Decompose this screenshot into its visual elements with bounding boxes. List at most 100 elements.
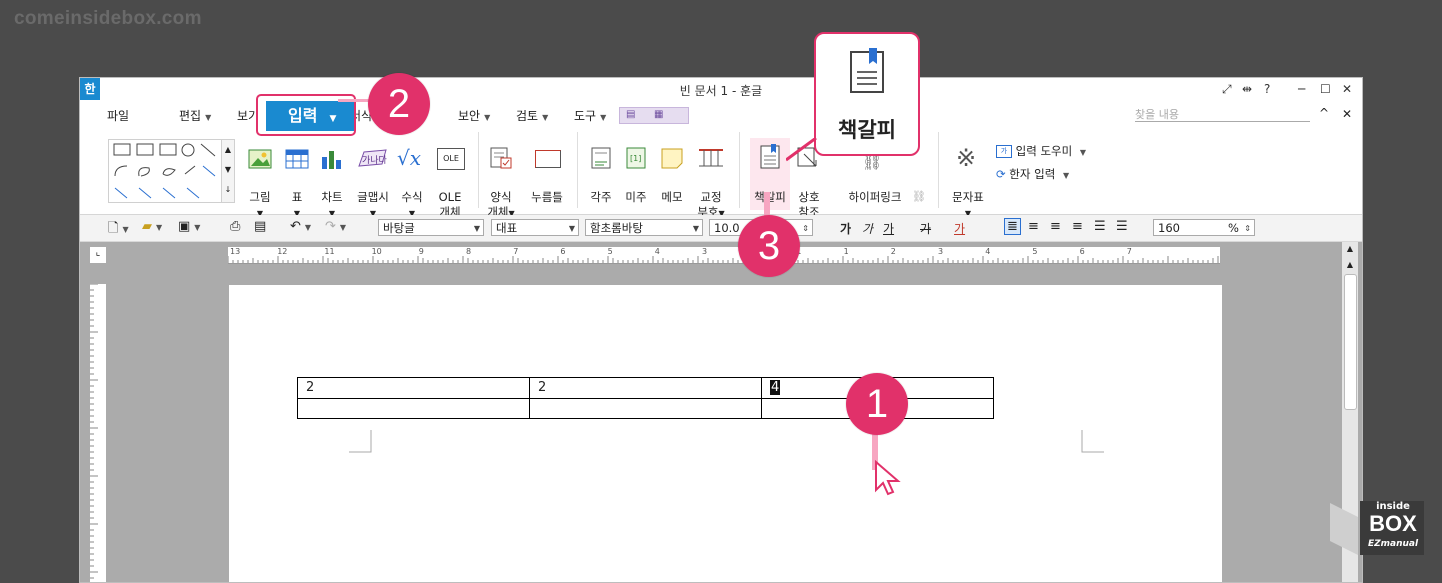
form-object-icon [489, 146, 513, 170]
ruler-label: 1 [843, 247, 849, 256]
zoom-unit: % [1228, 221, 1239, 235]
chevron-down-icon: ▼ [542, 113, 549, 122]
ribbon-divider [478, 132, 479, 208]
formula-label: 수식 [401, 190, 423, 204]
menu-tools[interactable]: 도구 ▼ [574, 107, 606, 124]
font-select[interactable]: 함초롬바탕 ▼ [585, 219, 703, 236]
scroll-up-icon[interactable]: ▲ [1342, 242, 1358, 256]
symbol-icon: ※ [956, 144, 977, 172]
formula-icon: √x [397, 146, 422, 170]
menu-edit[interactable]: 편집 ▼ [179, 107, 211, 124]
chart-label: 차트 [321, 190, 343, 204]
proofreading-icon [697, 144, 725, 170]
table-cell[interactable] [297, 398, 530, 419]
align-left-icon[interactable]: ≡ [1028, 219, 1039, 234]
style-select[interactable]: 바탕글 ▼ [378, 219, 484, 236]
language-select[interactable]: 대표 ▼ [491, 219, 579, 236]
table-cell[interactable]: 2 [529, 377, 762, 399]
ribbon-collapse-icon[interactable]: ^ [1319, 106, 1329, 120]
form-object-label-1: 양식 [490, 190, 512, 204]
quick-format-toggle[interactable]: ▤ ▦ [619, 107, 689, 124]
ribbon-close-icon[interactable]: ✕ [1342, 107, 1352, 121]
shapes-scroll[interactable]: ▲ ▼ ↓ [221, 139, 235, 203]
hwp-window: 한 빈 문서 1 - 훈글 ⤢ ⇹ ? ─ ☐ ✕ 파일 편집 ▼ 보기 서식 보… [79, 77, 1363, 583]
link-icon: ⛓ [912, 190, 926, 203]
input-helper-label: 입력 도우미 [1015, 144, 1073, 158]
undo-icon[interactable]: ↶ ▼ [290, 219, 311, 234]
menu-input-label: 입력 [288, 106, 318, 125]
redo-icon[interactable]: ↷ ▼ [325, 219, 346, 234]
bold-button[interactable]: 가 [840, 220, 851, 237]
ribbon-divider [739, 132, 740, 208]
document-page[interactable] [229, 285, 1222, 582]
chevron-down-icon: ▼ [568, 224, 575, 233]
ruler-label: 10 [371, 247, 382, 256]
bookmark-callout: 책갈피 [814, 32, 920, 156]
edit-mode-icon: ▤ [626, 109, 636, 120]
table-cell[interactable]: 2 [297, 377, 530, 399]
chevron-down-icon: ▼ [484, 113, 491, 122]
split-view-icon[interactable]: ⇹ [1242, 82, 1252, 96]
hanja-input-button[interactable]: ⟳ 한자 입력 ▼ [996, 166, 1069, 182]
justify-icon[interactable]: ≣ [1004, 218, 1021, 235]
fullscreen-icon[interactable]: ⤢ [1222, 82, 1232, 97]
table-icon [285, 148, 309, 170]
grid-mode-icon: ▦ [654, 109, 664, 120]
footnote-button[interactable]: 각주 [586, 190, 616, 205]
font-size-value: 10.0 [714, 221, 740, 235]
step-badge-2: 2 [368, 73, 430, 135]
vertical-ruler[interactable] [90, 283, 106, 582]
ruler-corner-icon[interactable]: ⌞ [90, 247, 106, 263]
cross-reference-label-1: 상호 [798, 190, 820, 204]
distribute-icon[interactable]: ☰ [1094, 219, 1106, 234]
align-right-icon[interactable]: ≡ [1072, 219, 1083, 234]
selected-cell-text: 4 [770, 380, 781, 395]
endnote-button[interactable]: 미주 [622, 190, 650, 205]
restore-icon[interactable]: ☐ [1320, 82, 1331, 96]
ribbon: ▲ ▼ ↓ 그림 ▼ 표 ▼ 차트 ▼ 가나다 글맵시 ▼ √x 수식 ▼ OLE OLE 개체… [80, 126, 1362, 219]
menu-tools-label: 도구 [574, 109, 597, 123]
bookmark-button[interactable]: 책갈피 [750, 190, 790, 205]
scroll-up-icon[interactable]: ▲ [1343, 258, 1357, 272]
italic-button[interactable]: 가 [862, 220, 873, 237]
brand-line-2: BOX [1369, 511, 1417, 536]
help-icon[interactable]: ? [1264, 82, 1270, 96]
hanja-icon: ⟳ [996, 167, 1006, 181]
click-here-button[interactable]: 누름틀 [526, 190, 568, 205]
close-icon[interactable]: ✕ [1342, 82, 1352, 96]
menu-input[interactable]: 입력 ▼ [266, 101, 354, 131]
search-input[interactable]: 찾을 내용 [1135, 106, 1310, 122]
shapes-gallery[interactable] [108, 139, 222, 203]
open-folder-icon[interactable]: ▰ ▼ [142, 219, 162, 234]
underline-button[interactable]: 가 [883, 220, 894, 237]
align-center-icon[interactable]: ≡ [1050, 219, 1061, 234]
proofreading-label-1: 교정 [700, 190, 722, 204]
zoom-select[interactable]: 160% ⇕ [1153, 219, 1255, 236]
table-cell[interactable] [529, 398, 762, 419]
menu-security[interactable]: 보안 ▼ [458, 107, 490, 124]
new-document-icon[interactable]: 🗋 ▼ [108, 219, 129, 241]
page-corner-marks [349, 430, 1104, 453]
divide-icon[interactable]: ☰ [1116, 219, 1128, 234]
print-icon[interactable]: ⎙ [230, 219, 240, 234]
ruler-label: 6 [560, 247, 566, 256]
input-helper-button[interactable]: 가 입력 도우미 ▼ [996, 143, 1086, 159]
save-icon[interactable]: ▣ ▼ [178, 219, 200, 234]
memo-button[interactable]: 메모 [658, 190, 686, 205]
font-color-button[interactable]: 가 [954, 220, 965, 237]
ribbon-divider [938, 132, 939, 208]
hyperlink-button[interactable]: 하이퍼링크 [842, 190, 908, 205]
strikethrough-button[interactable]: 가 [920, 220, 931, 237]
print-preview-icon[interactable]: ▤ [254, 219, 266, 234]
menu-file[interactable]: 파일 [107, 107, 129, 124]
brand-line-3: EZmanual [1367, 539, 1419, 549]
memo-icon [660, 146, 684, 170]
ruler-label: 4 [985, 247, 991, 256]
horizontal-ruler[interactable]: 131211109876543211234567 [227, 247, 1220, 264]
click-here-icon [535, 150, 561, 168]
image-icon [248, 148, 272, 170]
vertical-ruler-ticks [90, 283, 98, 579]
scroll-thumb[interactable] [1344, 274, 1357, 410]
menu-review[interactable]: 검토 ▼ [516, 107, 548, 124]
minimize-icon[interactable]: ─ [1298, 82, 1305, 96]
